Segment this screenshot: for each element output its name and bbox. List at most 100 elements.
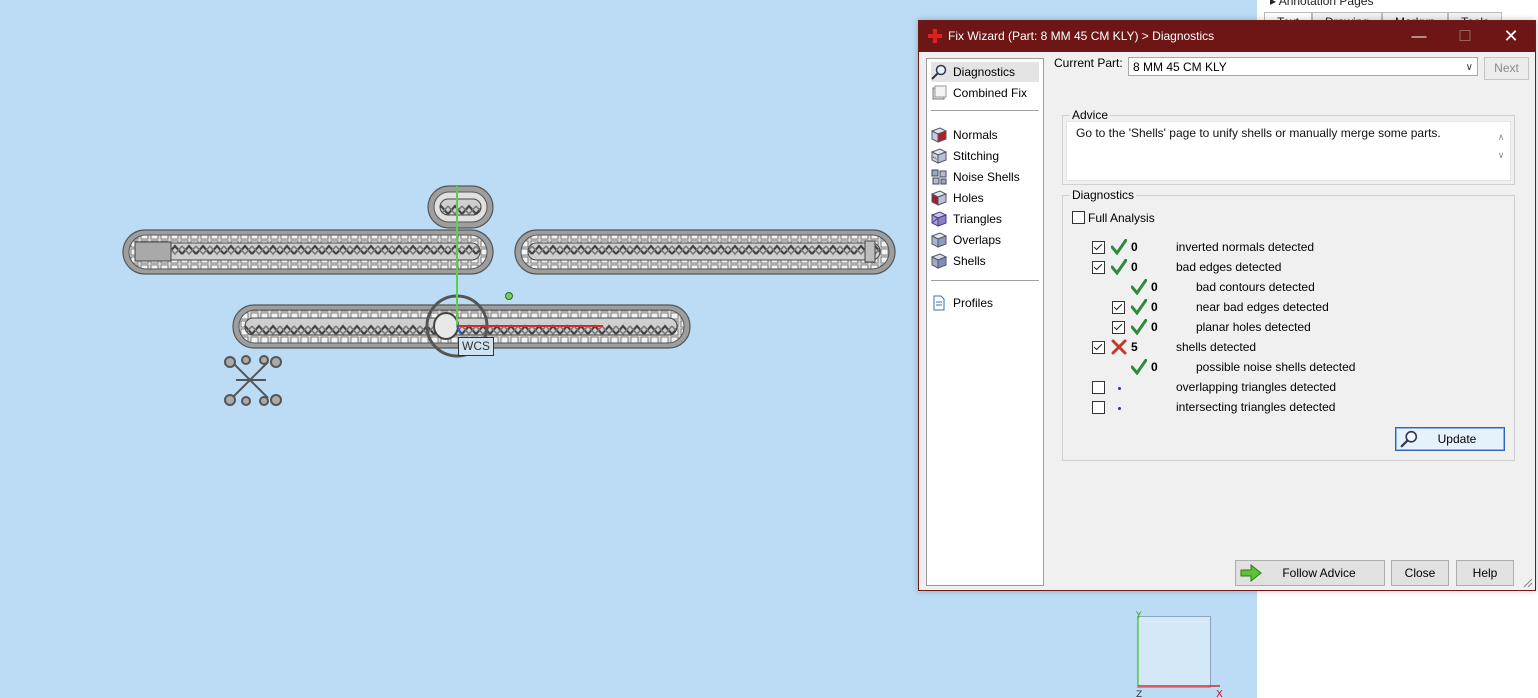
follow-advice-button[interactable]: Follow Advice [1235, 560, 1385, 586]
nav-item-profiles[interactable]: Profiles [931, 293, 1039, 313]
diagnostic-checkbox[interactable] [1092, 401, 1105, 414]
green-check-icon [1130, 358, 1148, 376]
nav-item-normals[interactable]: Normals [931, 125, 1039, 145]
3d-viewport[interactable]: WCS [0, 0, 918, 698]
nav-label: Shells [953, 254, 986, 268]
nav-separator [931, 280, 1039, 281]
triangles-cube-icon [931, 211, 947, 227]
diagnostic-label: shells detected [1176, 340, 1257, 354]
green-check-icon [1130, 278, 1148, 296]
diagnostic-checkbox[interactable] [1092, 241, 1105, 254]
expand-arrow-icon[interactable]: ▸ [1270, 0, 1279, 8]
magnifier-icon [1400, 430, 1418, 448]
next-button[interactable]: Next [1484, 57, 1529, 80]
nav-label: Diagnostics [953, 65, 1016, 79]
fix-wizard-dialog: Fix Wizard (Part: 8 MM 45 CM KLY) > Diag… [918, 20, 1536, 591]
green-check-icon [1110, 238, 1128, 256]
resize-grip-icon[interactable] [1523, 578, 1533, 588]
nav-label: Stitching [953, 149, 1000, 163]
annotation-pages-header[interactable]: ▸ Annotation Pages [1270, 0, 1373, 8]
diagnostic-count: 0 [1151, 280, 1158, 294]
current-part-select[interactable]: 8 MM 45 CM KLY ∨ [1128, 57, 1478, 76]
update-label: Update [1437, 432, 1477, 446]
noise-shells-icon [931, 169, 947, 185]
small-chain-link[interactable] [427, 185, 494, 229]
stitching-cube-icon [931, 148, 947, 164]
nav-item-stitching[interactable]: Stitching [931, 146, 1039, 166]
diagnostic-checkbox[interactable] [1092, 341, 1105, 354]
nav-item-noise-shells[interactable]: Noise Shells [931, 167, 1039, 187]
close-button[interactable]: Close [1391, 560, 1449, 586]
nav-label: Overlaps [953, 233, 1002, 247]
diagnostic-count: 0 [1151, 300, 1158, 314]
title-bar[interactable]: Fix Wizard (Part: 8 MM 45 CM KLY) > Diag… [919, 21, 1535, 52]
pivot-point [505, 292, 513, 300]
nav-item-shells[interactable]: Shells [931, 251, 1039, 271]
nav-item-combined-fix[interactable]: Combined Fix [931, 83, 1039, 103]
shells-cube-icon [931, 253, 947, 269]
mini-x-label: X [1216, 689, 1223, 698]
close-window-button[interactable]: ✕ [1488, 21, 1534, 52]
diagnostic-checkbox[interactable] [1092, 261, 1105, 274]
advice-text: Go to the 'Shells' page to unify shells … [1076, 126, 1441, 140]
normals-cube-icon [931, 127, 947, 143]
nav-item-overlaps[interactable]: Overlaps [931, 230, 1039, 250]
diagnostic-label: planar holes detected [1196, 320, 1311, 334]
diagnostics-group: Diagnostics Full Analysis 0 inverted norma… [1062, 188, 1515, 461]
green-check-icon [1110, 258, 1128, 276]
nav-item-holes[interactable]: Holes [931, 188, 1039, 208]
advice-scrollbar[interactable]: ∧ ∨ [1495, 128, 1507, 164]
wcs-label: WCS [458, 337, 494, 356]
help-button[interactable]: Help [1456, 560, 1514, 586]
green-check-icon [1130, 298, 1148, 316]
diagnostic-checkbox[interactable] [1112, 321, 1125, 334]
annotation-pages-label: Annotation Pages [1278, 0, 1374, 8]
scroll-down-icon[interactable]: ∨ [1495, 146, 1507, 164]
maximize-button[interactable]: ☐ [1442, 21, 1488, 52]
nav-label: Noise Shells [953, 170, 1020, 184]
mini-z-label: Z [1136, 690, 1142, 698]
nav-label: Normals [953, 128, 998, 142]
red-cross-icon [928, 29, 942, 43]
nav-item-diagnostics[interactable]: Diagnostics [931, 62, 1039, 82]
nav-label: Combined Fix [953, 86, 1028, 100]
minimize-button[interactable]: — [1396, 21, 1442, 52]
diagnostic-checkbox[interactable] [1092, 381, 1105, 394]
advice-textbox[interactable]: Go to the 'Shells' page to unify shells … [1066, 121, 1511, 181]
scroll-up-icon[interactable]: ∧ [1495, 128, 1507, 146]
diagnostic-label: bad contours detected [1196, 280, 1315, 294]
advice-group: Advice Go to the 'Shells' page to unify … [1062, 108, 1515, 185]
dialog-title: Fix Wizard (Part: 8 MM 45 CM KLY) > Diag… [948, 29, 1215, 43]
diagnostic-checkbox[interactable] [1112, 301, 1125, 314]
chain-bar-right[interactable] [514, 229, 896, 275]
diagnostic-label: intersecting triangles detected [1176, 400, 1336, 414]
nav-label: Holes [953, 191, 984, 205]
full-analysis-label: Full Analysis [1088, 211, 1155, 225]
magnifier-icon [931, 64, 947, 80]
diagnostic-count: 0 [1131, 240, 1138, 254]
diagnostic-label: near bad edges detected [1196, 300, 1329, 314]
green-arrow-icon [1240, 564, 1262, 582]
diagnostic-label: possible noise shells detected [1196, 360, 1356, 374]
full-analysis-checkbox[interactable] [1072, 211, 1085, 224]
holes-cube-icon [931, 190, 947, 206]
diagnostics-title: Diagnostics [1070, 188, 1137, 202]
update-button[interactable]: Update [1395, 427, 1505, 451]
current-part-value: 8 MM 45 CM KLY [1133, 60, 1227, 74]
green-check-icon [1130, 318, 1148, 336]
red-cross-icon [1111, 339, 1127, 355]
advice-title: Advice [1070, 108, 1111, 122]
nav-item-triangles[interactable]: Triangles [931, 209, 1039, 229]
diagnostic-count: 0 [1131, 260, 1138, 274]
mini-y-label: Y [1135, 611, 1142, 621]
wizard-nav: Diagnostics Combined Fix Normals Stitchi… [926, 58, 1044, 586]
current-part-label: Current Part: [1054, 56, 1123, 70]
nav-separator [931, 110, 1039, 111]
cube-stack-icon [932, 85, 947, 100]
document-icon [933, 295, 945, 311]
diagnostic-count: 5 [1131, 340, 1138, 354]
clasp-part[interactable] [224, 355, 282, 406]
chain-bar-left[interactable] [122, 229, 494, 275]
mini-axes: Y Z X [1135, 611, 1223, 698]
diagnostic-count: 0 [1151, 320, 1158, 334]
